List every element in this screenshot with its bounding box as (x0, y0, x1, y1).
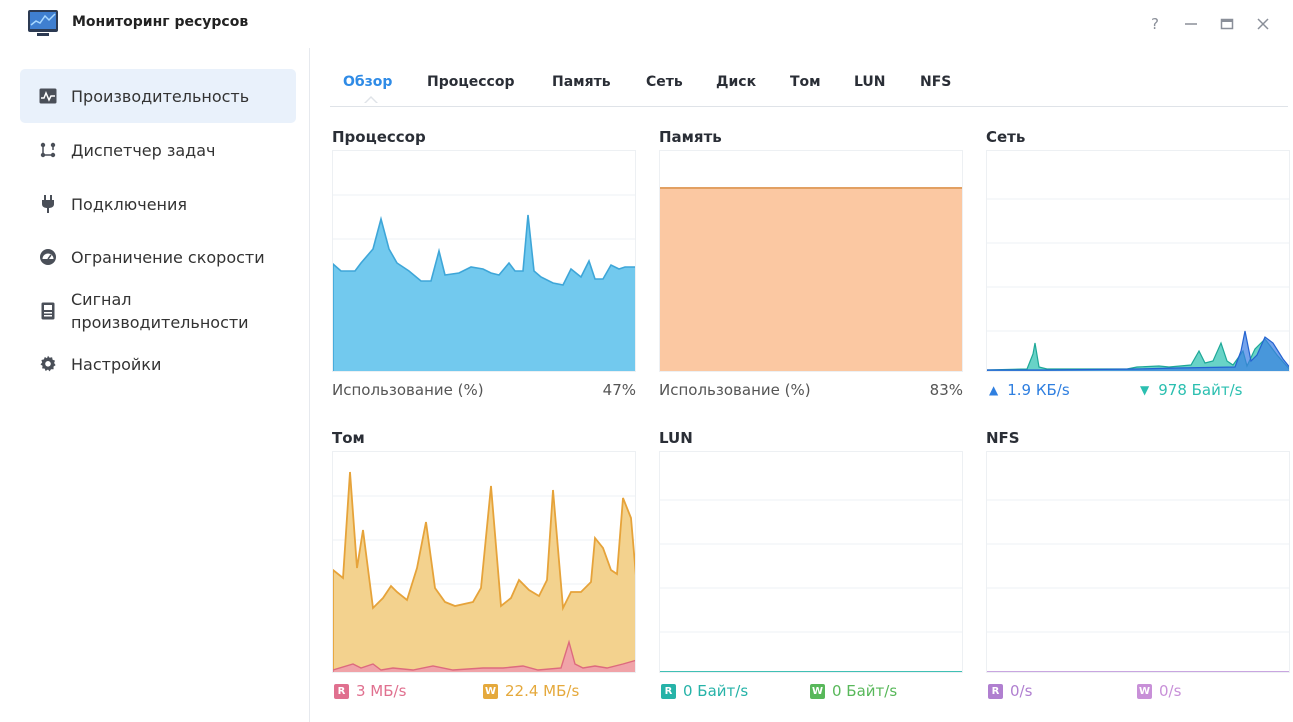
write-badge: W (1137, 683, 1152, 699)
tab-memory[interactable]: Память (552, 74, 611, 90)
lun-graph (659, 451, 963, 673)
nfs-read-value: 0/s (1010, 682, 1033, 700)
volume-read: R 3 МБ/s (334, 682, 406, 700)
write-badge: W (483, 683, 498, 699)
nfs-write: W 0/s (1137, 682, 1181, 700)
speed-limit-icon (38, 247, 58, 267)
memory-usage-value: 83% (929, 381, 963, 399)
sidebar-item-label: Ограничение скорости (71, 247, 265, 267)
cpu-usage-label: Использование (%) (332, 381, 484, 399)
close-button[interactable] (1245, 10, 1281, 38)
network-download: ▼ 978 Байт/s (1140, 381, 1242, 399)
volume-graph (332, 451, 636, 673)
sidebar-item-label: Сигнал производительности (71, 290, 249, 332)
tab-bar: Обзор Процессор Память Сеть Диск Том LUN… (330, 60, 1288, 107)
lun-read: R 0 Байт/s (661, 682, 748, 700)
lun-write-value: 0 Байт/s (832, 682, 898, 700)
nfs-graph (986, 451, 1290, 673)
sidebar: Производительность Диспетчер задач Подкл… (0, 48, 310, 722)
cpu-panel-title: Процессор (332, 128, 426, 146)
tab-volume[interactable]: Том (790, 74, 821, 90)
network-download-value: 978 Байт/s (1158, 381, 1243, 399)
help-button[interactable]: ? (1137, 10, 1173, 38)
task-manager-icon (38, 140, 58, 160)
read-badge: R (988, 683, 1003, 699)
sidebar-item-task-manager[interactable]: Диспетчер задач (20, 123, 296, 177)
read-badge: R (334, 683, 349, 699)
volume-write-value: 22.4 МБ/s (505, 682, 580, 700)
sidebar-item-label: Производительность (71, 86, 250, 106)
app-title: Мониторинг ресурсов (72, 14, 249, 30)
tab-overview[interactable]: Обзор (343, 74, 392, 90)
tab-network[interactable]: Сеть (646, 74, 683, 90)
sidebar-item-connections[interactable]: Подключения (20, 177, 296, 231)
tab-cpu[interactable]: Процессор (427, 74, 514, 90)
cpu-usage-value: 47% (602, 381, 636, 399)
volume-write: W 22.4 МБ/s (483, 682, 579, 700)
sidebar-item-settings[interactable]: Настройки (20, 337, 296, 391)
sidebar-item-label: Подключения (71, 194, 188, 214)
memory-usage-label: Использование (%) (659, 381, 811, 399)
volume-read-value: 3 МБ/s (356, 682, 407, 700)
minimize-button[interactable] (1173, 10, 1209, 38)
network-upload: ▲ 1.9 КБ/s (989, 381, 1070, 399)
sidebar-item-label: Настройки (71, 354, 162, 374)
nfs-write-value: 0/s (1159, 682, 1182, 700)
volume-panel-title: Том (332, 429, 365, 447)
download-arrow-icon: ▼ (1140, 383, 1150, 397)
tab-lun[interactable]: LUN (854, 74, 886, 90)
read-badge: R (661, 683, 676, 699)
upload-arrow-icon: ▲ (989, 383, 999, 397)
network-upload-value: 1.9 КБ/s (1007, 381, 1070, 399)
memory-graph (659, 150, 963, 372)
network-panel-title: Сеть (986, 128, 1026, 146)
nfs-read: R 0/s (988, 682, 1032, 700)
tab-disk[interactable]: Диск (716, 74, 756, 90)
lun-panel-title: LUN (659, 429, 693, 447)
network-graph (986, 150, 1290, 372)
write-badge: W (810, 683, 825, 699)
sidebar-item-performance[interactable]: Производительность (20, 69, 296, 123)
gear-icon (38, 354, 58, 374)
memory-panel-title: Память (659, 128, 722, 146)
lun-write: W 0 Байт/s (810, 682, 897, 700)
nfs-panel-title: NFS (986, 429, 1020, 447)
lun-read-value: 0 Байт/s (683, 682, 749, 700)
cpu-graph (332, 150, 636, 372)
plug-icon (38, 194, 58, 214)
sidebar-item-speed-limit[interactable]: Ограничение скорости (20, 230, 296, 284)
title-bar: Мониторинг ресурсов ? (0, 0, 1293, 48)
performance-icon (38, 86, 58, 106)
tab-nfs[interactable]: NFS (920, 74, 951, 90)
sidebar-item-label: Диспетчер задач (71, 140, 216, 160)
maximize-button[interactable] (1209, 10, 1245, 38)
sidebar-item-performance-alert[interactable]: Сигнал производительности (20, 284, 296, 338)
performance-alert-icon (38, 301, 58, 321)
resource-monitor-app-icon (27, 9, 59, 37)
